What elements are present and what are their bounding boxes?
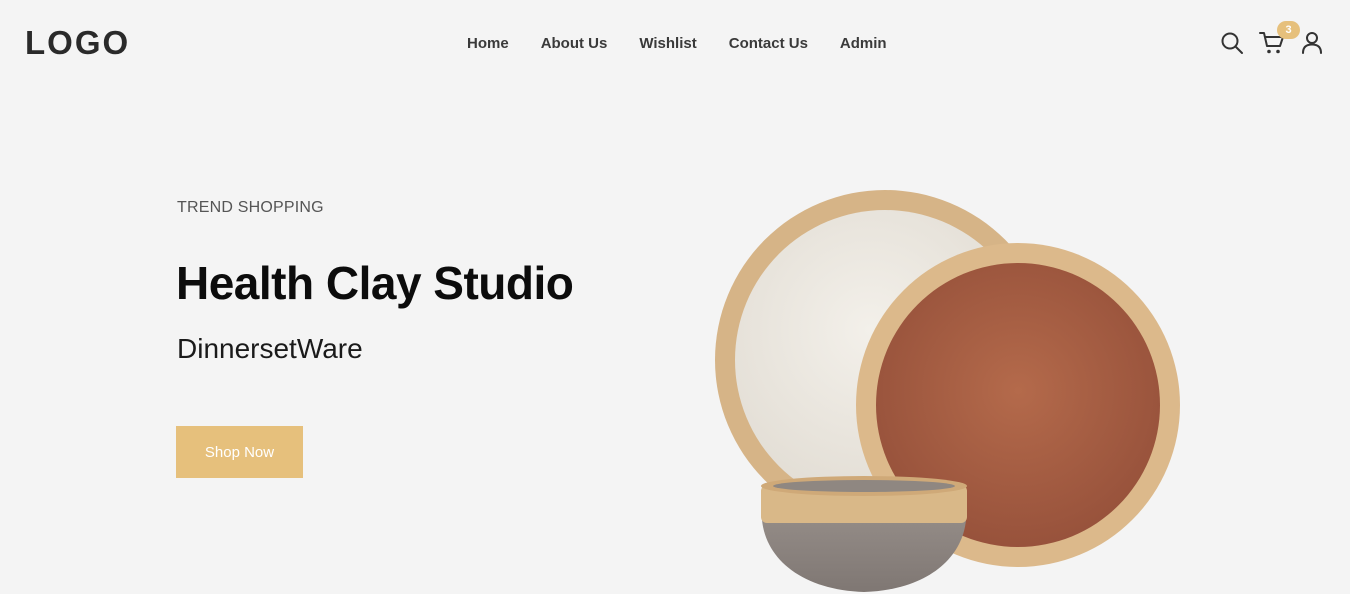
site-header: LOGO Home About Us Wishlist Contact Us A… (0, 0, 1350, 90)
main-nav: Home About Us Wishlist Contact Us Admin (467, 35, 919, 52)
hero-subtitle: DinnersetWare (177, 333, 363, 364)
user-icon[interactable] (1301, 31, 1323, 55)
nav-home[interactable]: Home (467, 35, 509, 52)
hero-dinnerware-image (700, 160, 1190, 594)
hero-title: Health Clay Studio (176, 257, 574, 309)
logo[interactable]: LOGO (25, 24, 130, 62)
nav-contact-us[interactable]: Contact Us (729, 35, 808, 52)
shop-now-button[interactable]: Shop Now (176, 426, 303, 478)
search-icon[interactable] (1220, 31, 1244, 55)
cart-count-badge: 3 (1277, 21, 1300, 39)
nav-about-us[interactable]: About Us (541, 35, 608, 52)
page: LOGO Home About Us Wishlist Contact Us A… (0, 0, 1350, 594)
hero-eyebrow: TREND SHOPPING (177, 199, 324, 216)
nav-admin[interactable]: Admin (840, 35, 887, 52)
nav-wishlist[interactable]: Wishlist (639, 35, 696, 52)
